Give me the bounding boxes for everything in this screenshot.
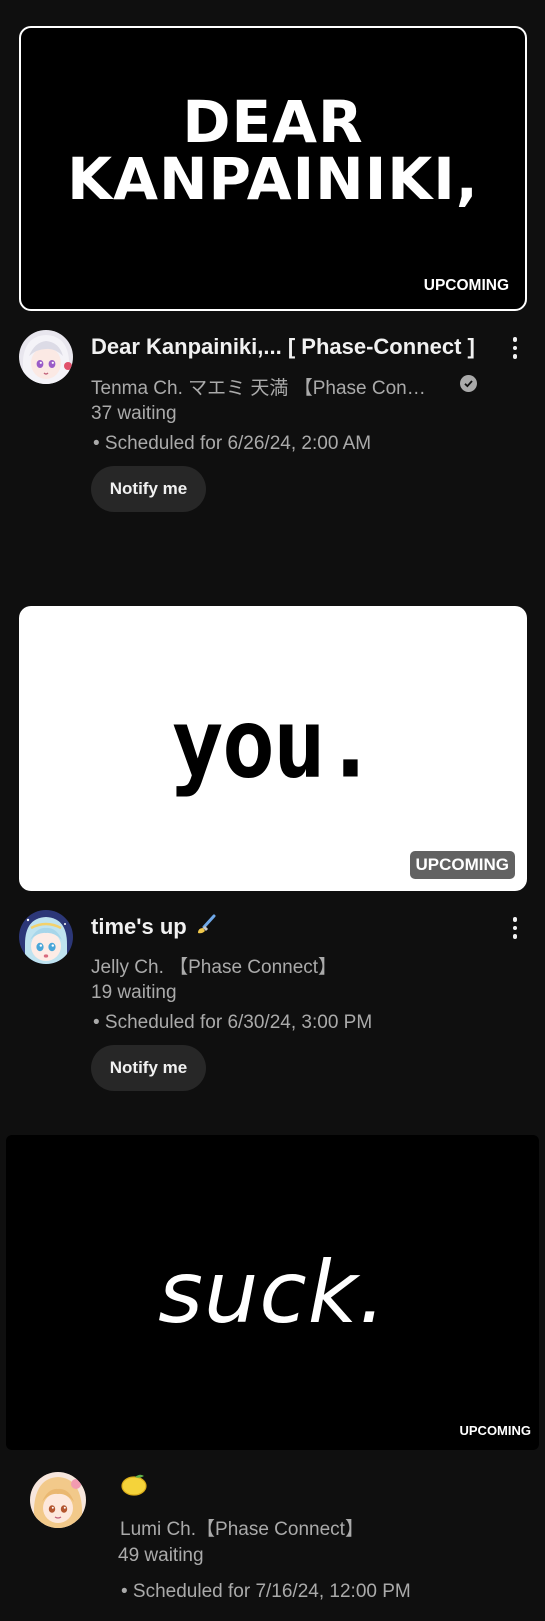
waiting-count: 37 waiting xyxy=(91,403,177,424)
video-thumbnail[interactable]: suck. UPCOMING xyxy=(6,1135,539,1450)
scheduled-time: • Scheduled for 6/26/24, 2:00 AM xyxy=(93,433,372,454)
scheduled-time: • Scheduled for 7/16/24, 12:00 PM xyxy=(121,1581,411,1602)
channel-avatar[interactable] xyxy=(19,910,73,964)
channel-name[interactable]: Lumi Ch.【Phase Connect】 xyxy=(120,1514,364,1541)
waiting-count: 49 waiting xyxy=(118,1545,204,1566)
notify-me-button[interactable]: Notify me xyxy=(91,466,206,512)
notify-me-button[interactable]: Notify me xyxy=(91,1045,206,1091)
video-title[interactable]: Dear Kanpainiki,... [ Phase-Connect ] xyxy=(91,334,475,360)
blonde-hair-avatar-icon xyxy=(30,1472,86,1528)
upcoming-badge: UPCOMING xyxy=(423,277,509,294)
title-text: time's up xyxy=(91,914,187,939)
video-title[interactable]: time's up xyxy=(91,914,217,942)
upcoming-badge: UPCOMING xyxy=(459,1423,532,1438)
silver-hair-avatar-icon xyxy=(19,330,73,384)
waiting-count: 19 waiting xyxy=(91,982,177,1003)
channel-name[interactable]: Jelly Ch. 【Phase Connect】 xyxy=(91,952,337,979)
upcoming-badge: UPCOMING xyxy=(409,851,515,879)
more-options-icon[interactable] xyxy=(505,913,525,943)
lemon-emoji-icon xyxy=(120,1473,148,1503)
thumbnail-text: you. xyxy=(171,687,377,800)
channel-avatar[interactable] xyxy=(19,330,73,384)
verified-check-icon xyxy=(460,375,477,392)
video-title[interactable] xyxy=(120,1473,148,1503)
thumbnail-text: suck. xyxy=(158,1242,387,1343)
video-thumbnail[interactable]: DEAR KANPAINIKI, UPCOMING xyxy=(19,26,527,311)
blue-hair-avatar-icon xyxy=(19,910,73,964)
channel-avatar[interactable] xyxy=(30,1472,86,1528)
video-thumbnail[interactable]: you. UPCOMING xyxy=(19,606,527,891)
thumbnail-text: DEAR KANPAINIKI, xyxy=(67,87,479,213)
paintbrush-icon xyxy=(195,914,217,942)
channel-name[interactable]: Tenma Ch. マエミ 天満 【Phase Con… xyxy=(91,373,426,400)
scheduled-time: • Scheduled for 6/30/24, 3:00 PM xyxy=(93,1012,373,1033)
more-options-icon[interactable] xyxy=(505,333,525,363)
